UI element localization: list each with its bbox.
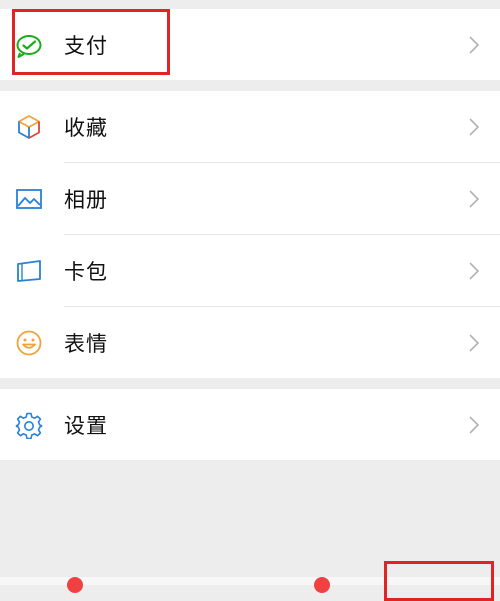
menu-item-cards[interactable]: 卡包 bbox=[0, 235, 500, 306]
notification-badge bbox=[314, 577, 330, 593]
menu-item-album[interactable]: 相册 bbox=[0, 163, 500, 234]
menu-item-label: 收藏 bbox=[64, 115, 108, 140]
section-gap bbox=[0, 378, 500, 389]
notification-badge bbox=[67, 577, 83, 593]
pay-section: 支付 bbox=[0, 9, 500, 80]
wallet-check-icon bbox=[14, 30, 44, 60]
menu-item-settings[interactable]: 设置 bbox=[0, 389, 500, 460]
cube-icon bbox=[14, 112, 44, 142]
chevron-right-icon bbox=[468, 35, 480, 55]
chevron-right-icon bbox=[468, 333, 480, 353]
menu-item-stickers[interactable]: 表情 bbox=[0, 307, 500, 378]
chevron-right-icon bbox=[468, 261, 480, 281]
menu-item-label: 相册 bbox=[64, 187, 108, 212]
settings-section: 设置 bbox=[0, 389, 500, 460]
menu-item-label: 支付 bbox=[64, 33, 108, 58]
chevron-right-icon bbox=[468, 415, 480, 435]
card-icon bbox=[14, 256, 44, 286]
tab-bar bbox=[0, 577, 500, 593]
image-icon bbox=[14, 184, 44, 214]
gear-icon bbox=[14, 410, 44, 440]
top-gap bbox=[0, 0, 500, 9]
smiley-icon bbox=[14, 328, 44, 358]
chevron-right-icon bbox=[468, 117, 480, 137]
menu-item-favorites[interactable]: 收藏 bbox=[0, 91, 500, 162]
menu-item-pay[interactable]: 支付 bbox=[0, 9, 500, 80]
menu-item-label: 卡包 bbox=[64, 259, 108, 284]
menu-item-label: 表情 bbox=[64, 331, 108, 356]
section-gap bbox=[0, 80, 500, 91]
features-section: 收藏 相册 卡包 表情 bbox=[0, 91, 500, 378]
menu-item-label: 设置 bbox=[64, 413, 108, 438]
chevron-right-icon bbox=[468, 189, 480, 209]
